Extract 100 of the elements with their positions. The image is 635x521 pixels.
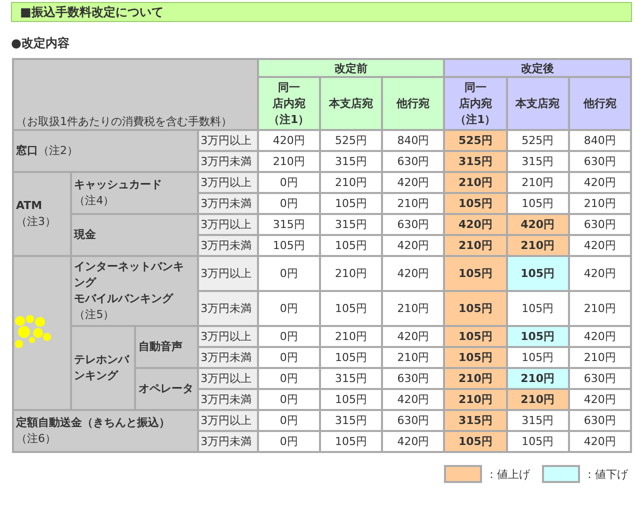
table-cell: 525円 — [320, 130, 382, 151]
amount-range-cell: 3万円未満 — [198, 291, 258, 326]
table-cell: 0円 — [258, 172, 320, 193]
table-cell: 315円 — [320, 151, 382, 172]
table-cell: 210円 — [382, 193, 444, 214]
table-cell: 105円 — [444, 431, 507, 452]
amount-range-cell: 3万円未満 — [198, 347, 258, 368]
amount-range-cell: 3万円以上 — [198, 172, 258, 193]
table-cell: 210円 — [568, 291, 631, 326]
table-cell: 0円 — [258, 256, 320, 291]
table-cell: 210円 — [258, 151, 320, 172]
table-cell: 210円 — [320, 256, 382, 291]
amount-range-cell: 3万円未満 — [198, 235, 258, 256]
amount-range-cell: 3万円以上 — [198, 256, 258, 291]
amount-range-cell: 3万円以上 — [198, 410, 258, 431]
table-cell: 210円 — [444, 368, 507, 389]
column-group-header: 改定後 — [444, 59, 631, 77]
legend-label: ：値上げ — [486, 466, 530, 482]
table-cell: 630円 — [382, 214, 444, 235]
amount-range-cell: 3万円以上 — [198, 130, 258, 151]
table-cell: 0円 — [258, 410, 320, 431]
table-cell: 420円 — [258, 130, 320, 151]
table-cell: 315円 — [320, 410, 382, 431]
column-header: 同一 店内宛 （注1） — [444, 77, 507, 130]
table-cell: 0円 — [258, 368, 320, 389]
table-cell: 105円 — [444, 326, 507, 347]
note-label: （注3） — [16, 214, 57, 230]
table-cell: 630円 — [568, 368, 631, 389]
column-group-header: 改定前 — [258, 59, 444, 77]
table-cell: 210円 — [320, 172, 382, 193]
legend-label: ：値下げ — [584, 466, 628, 482]
table-cell: 105円 — [444, 291, 507, 326]
note-label: （注2） — [38, 144, 78, 157]
table-cell: 420円 — [444, 214, 507, 235]
table-cell: 630円 — [568, 151, 631, 172]
amount-range-cell: 3万円未満 — [198, 193, 258, 214]
table-cell: 0円 — [258, 291, 320, 326]
table-cell: 105円 — [258, 235, 320, 256]
table-cell: 210円 — [568, 193, 631, 214]
note-label: （注6） — [16, 431, 57, 447]
table-cell: 420円 — [382, 256, 444, 291]
page-title: ■振込手数料改定について — [11, 2, 632, 22]
table-cell: 420円 — [506, 214, 569, 235]
amount-range-cell: 3万円未満 — [198, 151, 258, 172]
table-cell: 0円 — [258, 193, 320, 214]
table-cell: 210円 — [506, 368, 569, 389]
table-cell: 315円 — [320, 368, 382, 389]
note-label: （注5） — [74, 307, 116, 323]
table-cell: 525円 — [506, 130, 569, 151]
table-cell: 420円 — [382, 235, 444, 256]
table-cell: 315円 — [444, 151, 507, 172]
table-cell: 210円 — [506, 389, 569, 410]
table-cell: 105円 — [320, 291, 382, 326]
table-cell: 105円 — [320, 431, 382, 452]
table-cell: 420円 — [382, 326, 444, 347]
table-cell: 0円 — [258, 389, 320, 410]
row-label: ATM — [16, 199, 42, 212]
table-note: （お取扱1件あたりの消費税を含む手数料） — [16, 115, 232, 128]
column-header: 他行宛 — [568, 77, 631, 130]
table-cell: 315円 — [444, 410, 507, 431]
table-cell: 105円 — [506, 291, 569, 326]
table-cell: 420円 — [382, 431, 444, 452]
table-cell: 210円 — [506, 235, 569, 256]
row-label: 窓口 — [16, 144, 38, 157]
table-cell: 105円 — [320, 389, 382, 410]
amount-range-cell: 3万円未満 — [198, 431, 258, 452]
table-cell: 630円 — [568, 410, 631, 431]
table-cell: 210円 — [382, 291, 444, 326]
table-cell: 210円 — [506, 172, 569, 193]
table-cell: 315円 — [258, 214, 320, 235]
row-label: 現金 — [74, 228, 96, 241]
table-cell: 105円 — [506, 326, 569, 347]
table-cell: 210円 — [382, 347, 444, 368]
column-header: 同一 店内宛 （注1） — [258, 77, 320, 130]
table-cell: 525円 — [444, 130, 507, 151]
column-header: 本支店宛 — [506, 77, 569, 130]
table-cell: 420円 — [568, 172, 631, 193]
row-label: 定額自動送金（きちんと振込） — [16, 416, 170, 429]
table-cell: 105円 — [320, 347, 382, 368]
table-cell: 630円 — [382, 368, 444, 389]
row-label: オペレータ — [138, 382, 194, 395]
table-cell: 315円 — [506, 410, 569, 431]
row-label: テレホンバンキング — [74, 353, 130, 382]
table-cell: 105円 — [444, 347, 507, 368]
table-cell: 210円 — [320, 326, 382, 347]
column-header: 他行宛 — [382, 77, 444, 130]
row-label: 自動音声 — [138, 340, 182, 353]
note-label: （注4） — [74, 193, 116, 209]
table-cell: 420円 — [568, 431, 631, 452]
table-cell: 105円 — [444, 193, 507, 214]
table-cell: 420円 — [382, 389, 444, 410]
row-label: インターネットバンキング モバイルバンキング — [74, 260, 184, 305]
table-cell: 105円 — [506, 347, 569, 368]
table-cell: 105円 — [506, 193, 569, 214]
table-cell: 840円 — [568, 130, 631, 151]
table-cell: 105円 — [320, 193, 382, 214]
table-cell: 630円 — [568, 214, 631, 235]
table-cell: 210円 — [444, 389, 507, 410]
table-cell: 420円 — [568, 256, 631, 291]
table-cell: 315円 — [506, 151, 569, 172]
